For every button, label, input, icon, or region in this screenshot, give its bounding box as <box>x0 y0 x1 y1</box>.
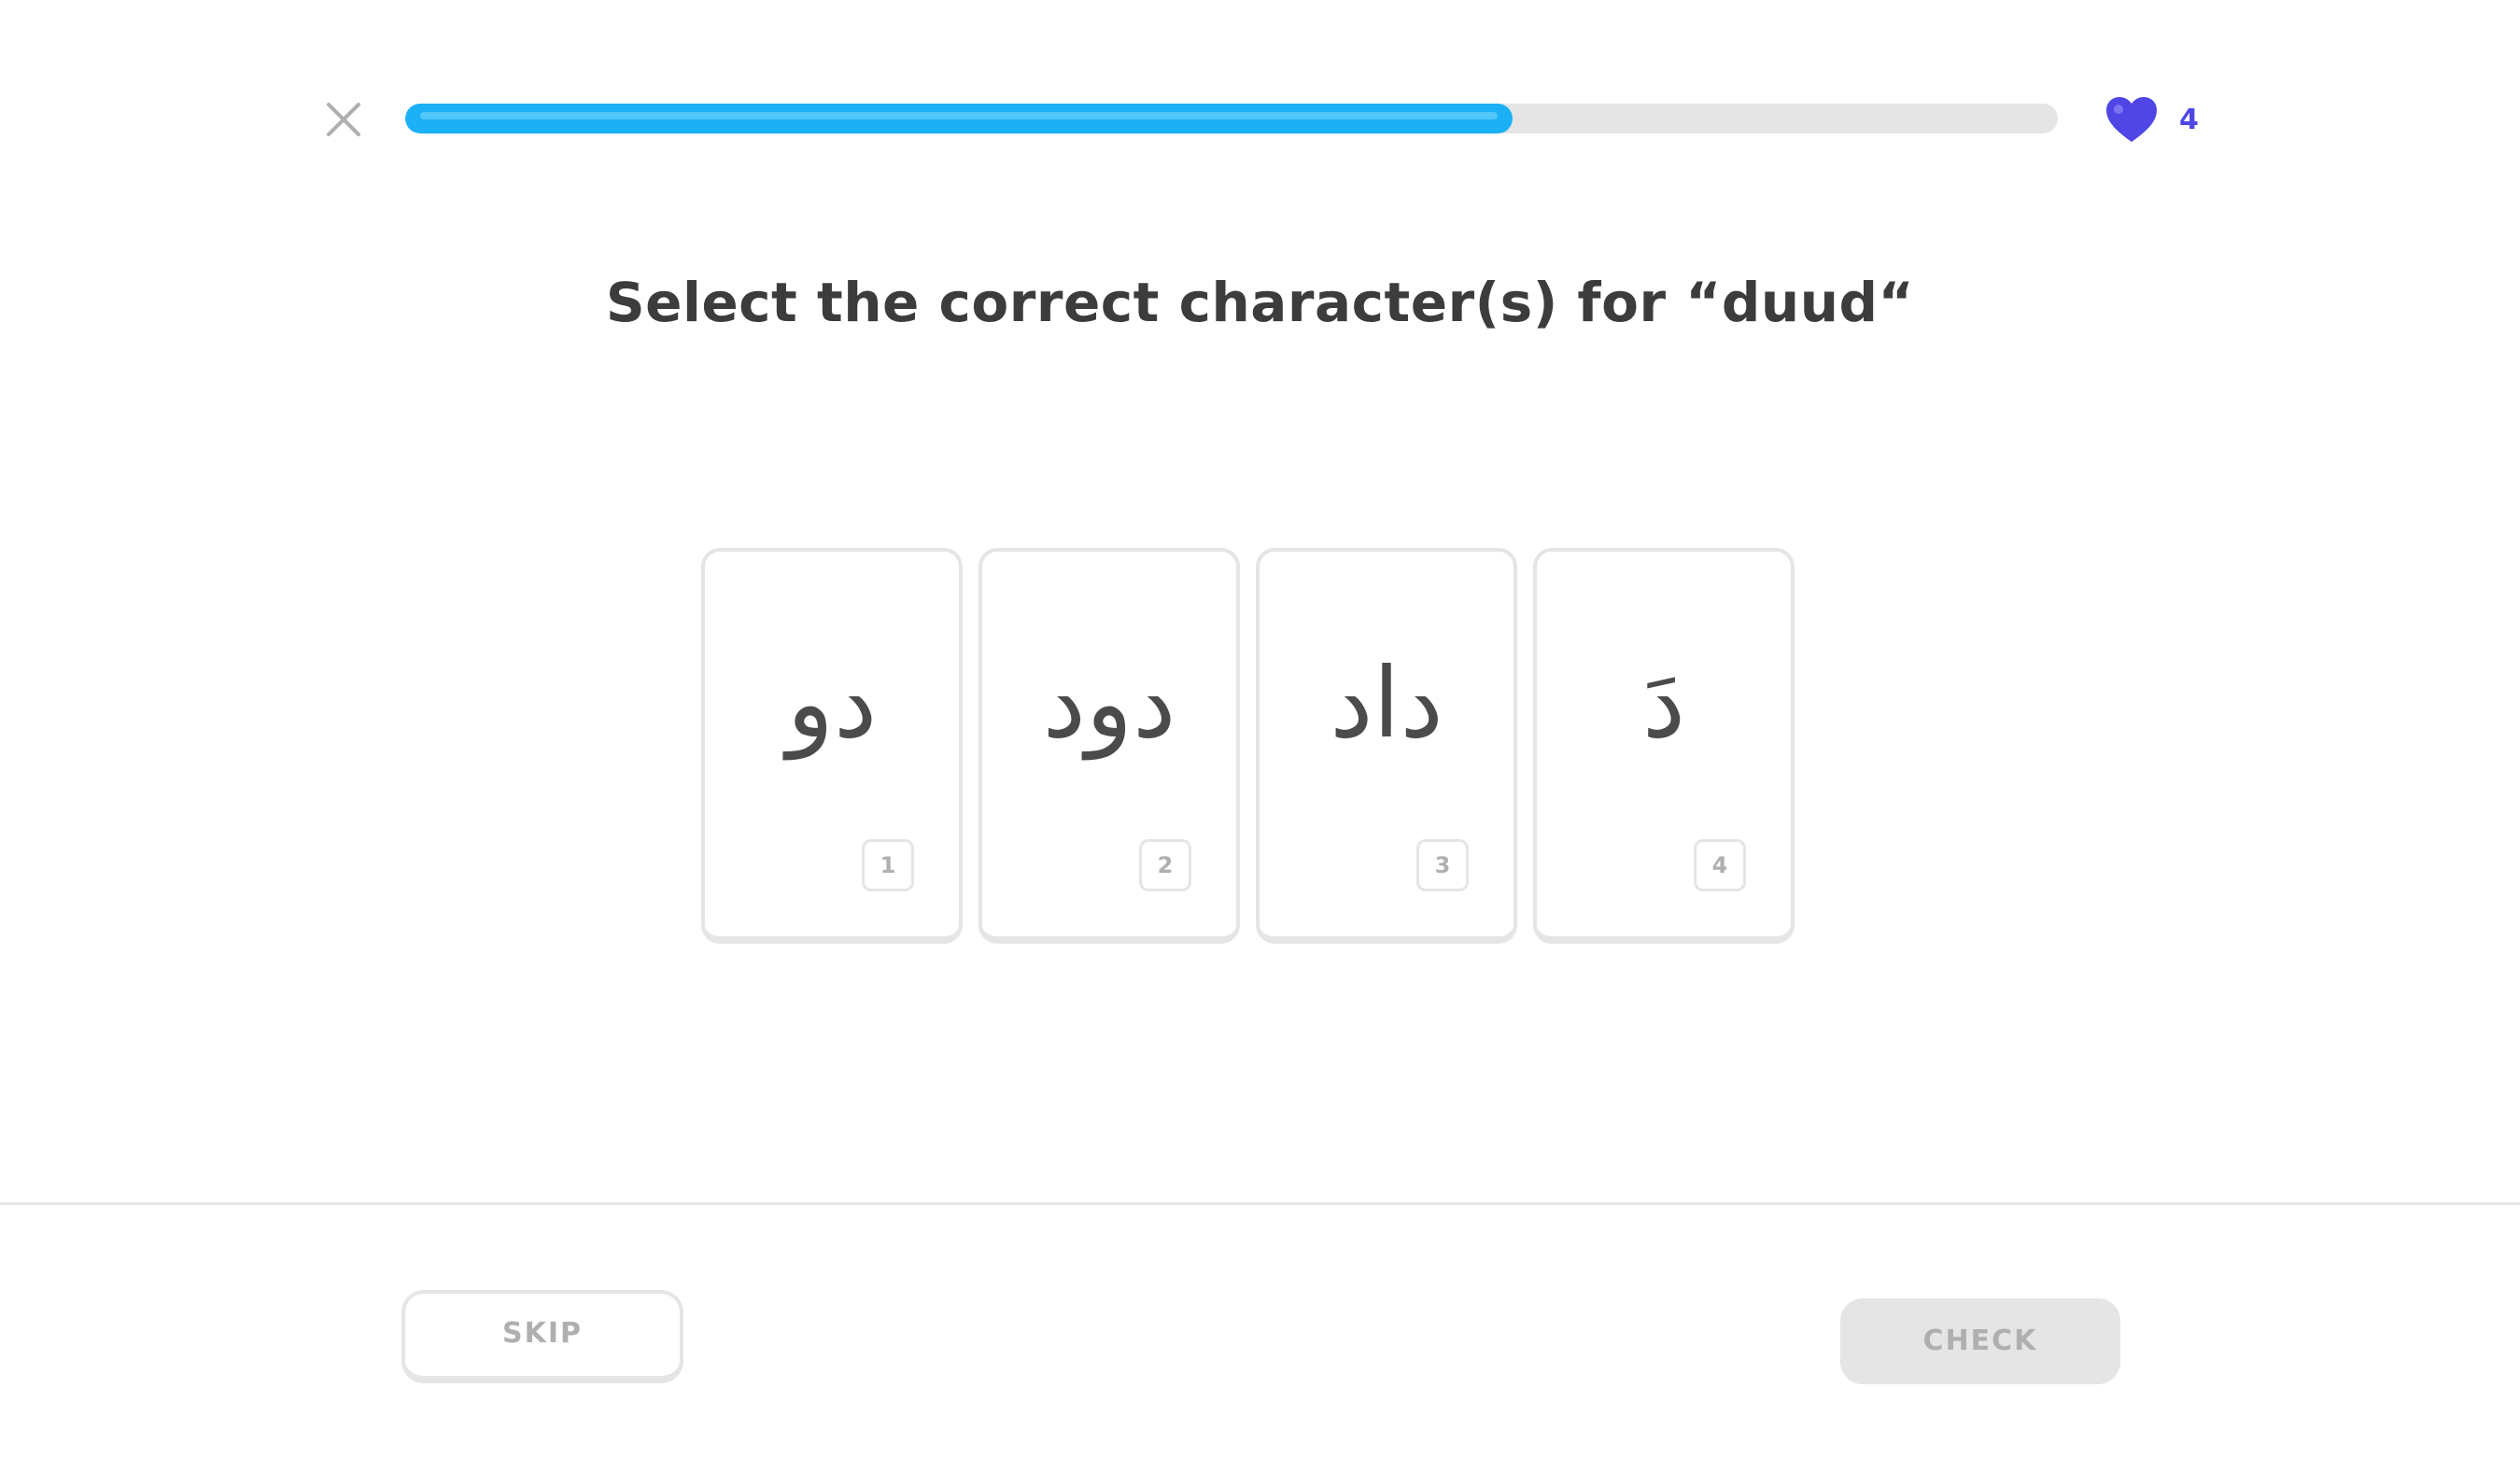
skip-button[interactable]: SKIP <box>401 1290 683 1383</box>
choice-key-badge: 3 <box>1416 839 1469 891</box>
choice-key-badge: 1 <box>862 839 914 891</box>
heart-icon <box>2106 97 2157 142</box>
choice-card-3[interactable]: داد 3 <box>1256 548 1517 944</box>
choice-key-badge: 4 <box>1694 839 1746 891</box>
close-icon <box>327 103 360 136</box>
choice-card-4[interactable]: دَ 4 <box>1533 548 1795 944</box>
choice-card-1[interactable]: دو 1 <box>701 548 963 944</box>
progress-bar <box>405 104 2058 133</box>
progress-shine <box>420 112 1498 119</box>
footer-divider <box>0 1202 2520 1205</box>
choice-text: دو <box>786 646 878 760</box>
hearts-counter: 4 <box>2105 93 2199 146</box>
choice-text: داد <box>1330 646 1443 760</box>
progress-fill <box>405 104 1513 133</box>
check-button[interactable]: CHECK <box>1840 1298 2120 1384</box>
page-title: Select the correct character(s) for “duu… <box>605 271 1915 334</box>
choice-text: دَ <box>1641 646 1686 760</box>
choice-list: دو 1 دود 2 داد 3 دَ 4 <box>701 548 1795 944</box>
choice-key-badge: 2 <box>1139 839 1191 891</box>
hearts-count: 4 <box>2179 103 2199 136</box>
choice-card-2[interactable]: دود 2 <box>978 548 1240 944</box>
choice-text: دود <box>1042 646 1176 760</box>
close-button[interactable] <box>321 97 366 142</box>
